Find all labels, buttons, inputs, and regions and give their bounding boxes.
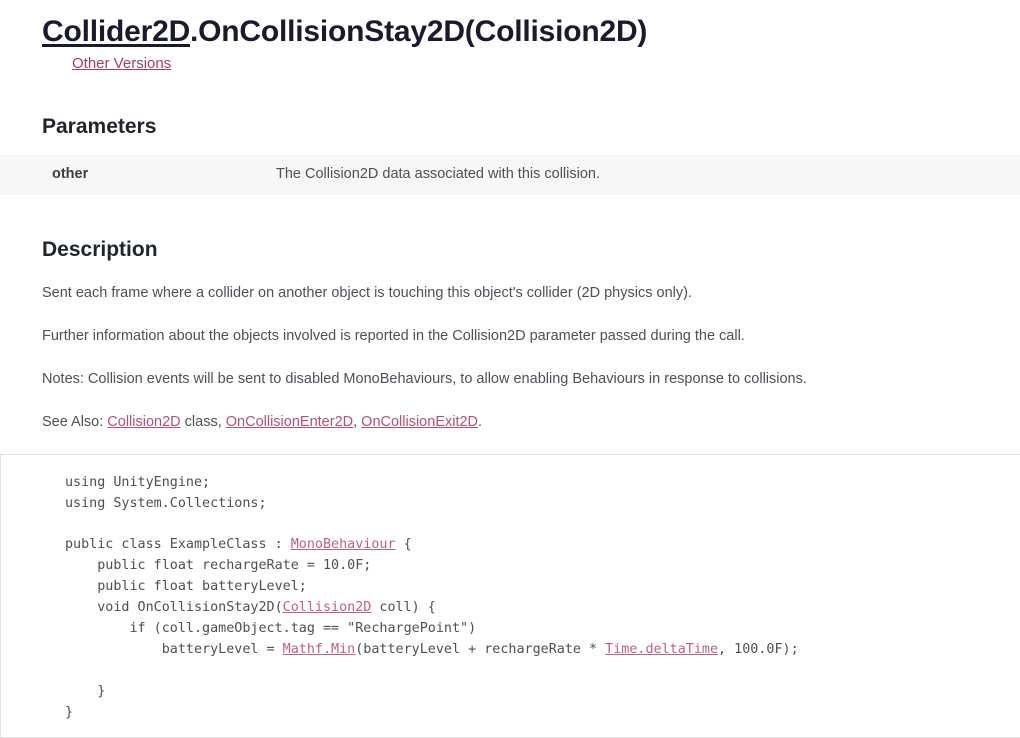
description-paragraph-3: Notes: Collision events will be sent to … [42,370,807,387]
parameter-description: The Collision2D data associated with thi… [276,165,600,182]
code-line-6b: coll) { [371,600,436,616]
code-line-10: } [65,683,106,699]
table-row: other The Collision2D data associated wi… [0,154,1020,196]
title-member: .OnCollisionStay2D(Collision2D) [190,15,648,48]
description-heading: Description [42,238,158,262]
see-also-suffix: . [478,413,483,430]
description-paragraph-1: Sent each frame where a collider on anot… [42,284,692,301]
code-line-7: if (coll.gameObject.tag == "RechargePoin… [65,620,477,636]
see-also-link-collision2d[interactable]: Collision2D [107,414,180,430]
see-also-mid-2: , [353,413,362,430]
see-also-paragraph: See Also: Collision2D class, OnCollision… [42,390,1020,433]
code-sample-block: using UnityEngine; using System.Collecti… [0,453,1020,738]
code-link-mathf-min[interactable]: Mathf.Min [283,642,356,657]
code-line-6a: void OnCollisionStay2D( [65,600,283,616]
code-line-5: public float batteryLevel; [65,579,307,595]
other-versions-link[interactable]: Other Versions [72,55,171,72]
description-paragraph-2: Further information about the objects in… [42,327,745,344]
code-line-4: public float rechargeRate = 10.0F; [65,558,372,574]
code-line-8c: , 100.0F); [718,641,799,657]
code-line-3b: { [395,537,412,553]
code-link-monobehaviour[interactable]: MonoBehaviour [291,537,396,552]
parameter-name: other [52,165,89,182]
code-link-time-deltatime[interactable]: Time.deltaTime [605,642,718,657]
see-also-mid-1: class, [180,413,226,430]
parameters-table: other The Collision2D data associated wi… [0,154,1020,196]
code-line-11: } [65,704,74,720]
parameters-heading: Parameters [42,114,157,138]
see-also-link-oncollisionenter2d[interactable]: OnCollisionEnter2D [226,414,353,430]
title-class-link[interactable]: Collider2D [42,15,190,48]
code-line-2: using System.Collections; [65,495,267,511]
code-sample-text[interactable]: using UnityEngine; using System.Collecti… [1,473,1020,724]
code-line-3a: public class ExampleClass : [65,537,291,553]
see-also-link-oncollisionexit2d[interactable]: OnCollisionExit2D [361,414,478,430]
doc-content: Collider2D.OnCollisionStay2D(Collision2D… [0,0,1020,738]
other-versions-container: Other Versions [42,55,1020,73]
doc-page: Collider2D.OnCollisionStay2D(Collision2D… [0,0,1020,738]
code-line-1: using UnityEngine; [65,474,211,490]
code-link-collision2d[interactable]: Collision2D [283,600,372,615]
see-also-prefix: See Also: [42,413,108,430]
page-title: Collider2D.OnCollisionStay2D(Collision2D… [42,14,1020,51]
code-line-8a: batteryLevel = [65,641,283,657]
code-line-8b: (batteryLevel + rechargeRate * [355,641,606,657]
